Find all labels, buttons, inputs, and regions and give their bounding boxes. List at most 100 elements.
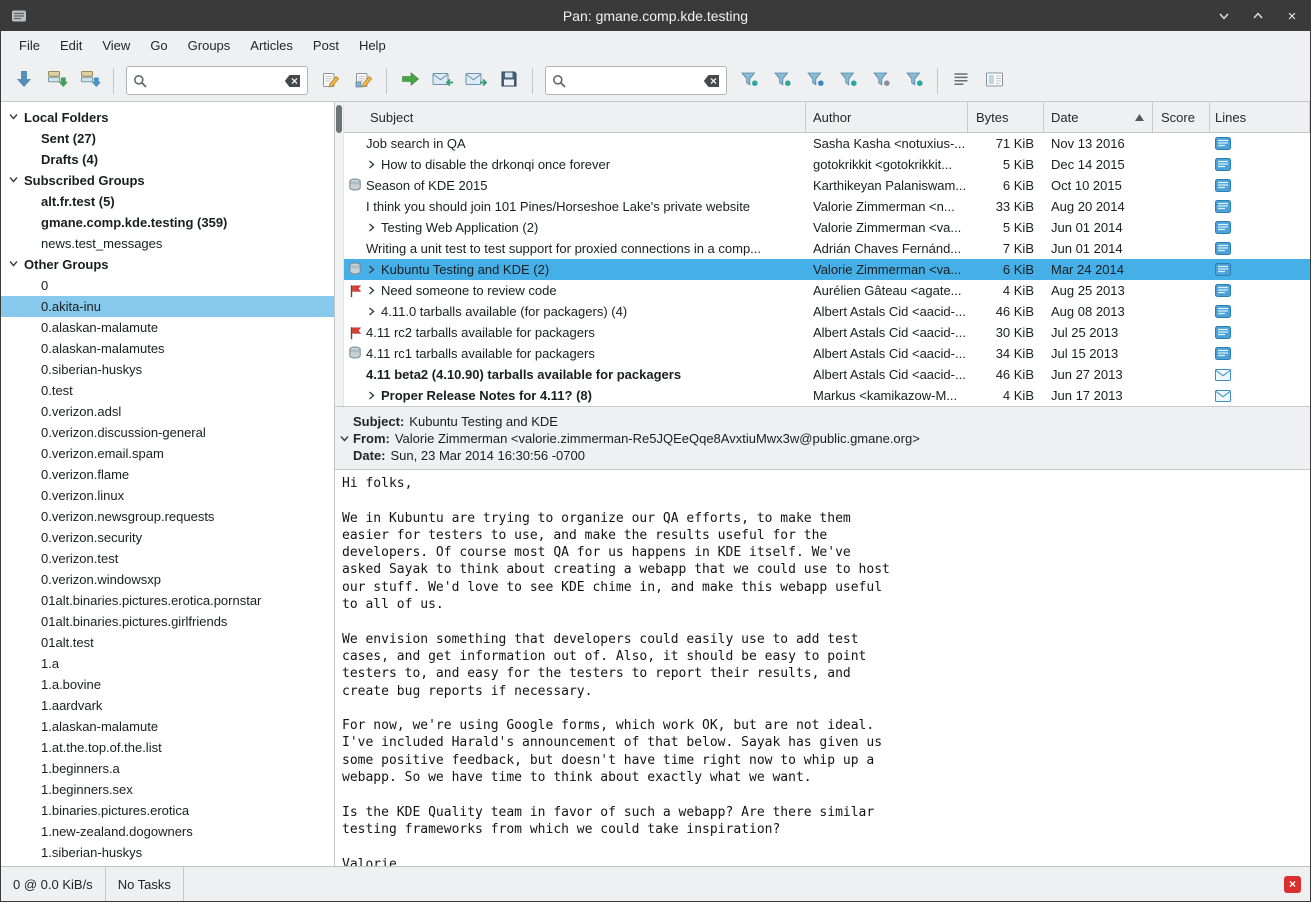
header-row[interactable]: Writing a unit test to test support for … (344, 238, 1310, 259)
group-item[interactable]: 1.new-zealand.dogowners (1, 821, 334, 842)
menu-file[interactable]: File (9, 33, 50, 58)
header-row[interactable]: Season of KDE 2015Karthikeyan Palaniswam… (344, 175, 1310, 196)
group-item[interactable]: 1.binaries.pictures.erotica (1, 800, 334, 821)
save-article-button[interactable] (494, 65, 524, 97)
group-item[interactable]: 01alt.binaries.pictures.girlfriends (1, 611, 334, 632)
task-manager-status[interactable]: No Tasks (106, 867, 184, 901)
group-item[interactable]: 1.siberian-huskys (1, 842, 334, 863)
match-unread-articles-button[interactable] (767, 65, 797, 97)
match-saved-articles-button[interactable] (866, 65, 896, 97)
group-item[interactable]: 0.alaskan-malamute (1, 317, 334, 338)
header-row[interactable]: 4.11 rc1 tarballs available for packager… (344, 343, 1310, 364)
header-row[interactable]: Proper Release Notes for 4.11? (8)Markus… (344, 385, 1310, 406)
get-bodies-server-button[interactable] (75, 65, 105, 97)
get-new-headers-button[interactable] (9, 65, 39, 97)
expand-thread-icon[interactable] (366, 222, 381, 233)
header-row[interactable]: I think you should join 101 Pines/Horses… (344, 196, 1310, 217)
column-header-date[interactable]: Date (1044, 102, 1153, 132)
header-row[interactable]: Kubuntu Testing and KDE (2)Valorie Zimme… (344, 259, 1310, 280)
column-header-author[interactable]: Author (806, 102, 968, 132)
forward-mail-button[interactable] (461, 65, 491, 97)
group-item[interactable]: 1.aardvark (1, 695, 334, 716)
group-item[interactable]: 1.a.bovine (1, 674, 334, 695)
group-item[interactable]: 0.verizon.discussion-general (1, 422, 334, 443)
headers-expander[interactable] (335, 433, 353, 444)
titlebar[interactable]: Pan: gmane.comp.kde.testing × (1, 1, 1310, 31)
column-header-bytes[interactable]: Bytes (968, 102, 1044, 132)
group-item[interactable]: 1.alaskan-malamute (1, 716, 334, 737)
group-item[interactable]: news.test_messages (1, 233, 334, 254)
group-item[interactable]: gmane.comp.kde.testing (359) (1, 212, 334, 233)
group-item[interactable]: 0.akita-inu (1, 296, 334, 317)
expand-thread-icon[interactable] (366, 390, 381, 401)
column-header-lines[interactable]: Lines (1210, 102, 1310, 132)
minimize-button[interactable] (1216, 8, 1232, 24)
scrollbar-thumb[interactable] (336, 105, 342, 133)
header-row[interactable]: 4.11 beta2 (4.10.90) tarballs available … (344, 364, 1310, 385)
group-item[interactable]: 1.beginners.sex (1, 779, 334, 800)
menu-view[interactable]: View (92, 33, 140, 58)
group-item[interactable]: Drafts (4) (1, 149, 334, 170)
group-section-local-folders[interactable]: Local Folders (1, 107, 334, 128)
header-row[interactable]: 4.11 rc2 tarballs available for packager… (344, 322, 1310, 343)
group-item[interactable]: 0.verizon.email.spam (1, 443, 334, 464)
group-item[interactable]: 01alt.binaries.pictures.erotica.pornstar (1, 590, 334, 611)
error-log-button[interactable]: × (1284, 876, 1301, 893)
get-headers-server-button[interactable] (42, 65, 72, 97)
group-section-subscribed-groups[interactable]: Subscribed Groups (1, 170, 334, 191)
group-item[interactable]: 0.verizon.security (1, 527, 334, 548)
group-item[interactable]: 0.verizon.linux (1, 485, 334, 506)
group-item[interactable]: 0 (1, 275, 334, 296)
group-item[interactable]: 0.verizon.flame (1, 464, 334, 485)
group-item[interactable]: 01alt.test (1, 632, 334, 653)
group-item[interactable]: 0.verizon.newsgroup.requests (1, 506, 334, 527)
header-search-input[interactable] (571, 73, 698, 88)
reply-mail-button[interactable] (428, 65, 458, 97)
header-row[interactable]: Need someone to review codeAurélien Gâte… (344, 280, 1310, 301)
compose-post-button[interactable] (315, 65, 345, 97)
match-read-articles-button[interactable] (833, 65, 863, 97)
match-new-articles-button[interactable] (734, 65, 764, 97)
expand-thread-icon[interactable] (366, 285, 381, 296)
group-item[interactable]: alt.fr.test (5) (1, 191, 334, 212)
post-article-button[interactable] (395, 65, 425, 97)
group-item[interactable]: 0.verizon.windowsxp (1, 569, 334, 590)
expand-thread-icon[interactable] (366, 264, 381, 275)
compose-followup-button[interactable] (348, 65, 378, 97)
match-cached-articles-button[interactable] (800, 65, 830, 97)
header-pane-scrollbar[interactable] (335, 102, 344, 406)
thread-headers-button[interactable] (946, 65, 976, 97)
menu-edit[interactable]: Edit (50, 33, 92, 58)
column-header-score[interactable]: Score (1153, 102, 1210, 132)
group-search-input[interactable] (152, 73, 279, 88)
clear-search-button[interactable] (284, 74, 301, 88)
menu-groups[interactable]: Groups (178, 33, 241, 58)
menu-post[interactable]: Post (303, 33, 349, 58)
header-row[interactable]: Job search in QASasha Kasha <notuxius-..… (344, 133, 1310, 154)
group-item[interactable]: 1.beginners.a (1, 758, 334, 779)
group-item[interactable]: 0.alaskan-malamutes (1, 338, 334, 359)
menu-help[interactable]: Help (349, 33, 396, 58)
close-button[interactable]: × (1284, 8, 1300, 24)
group-section-other-groups[interactable]: Other Groups (1, 254, 334, 275)
show-article-pane-button[interactable] (979, 65, 1009, 97)
group-item[interactable]: 0.verizon.test (1, 548, 334, 569)
menu-go[interactable]: Go (140, 33, 177, 58)
header-row[interactable]: 4.11.0 tarballs available (for packagers… (344, 301, 1310, 322)
group-item[interactable]: 1.at.the.top.of.the.list (1, 737, 334, 758)
match-watched-articles-button[interactable] (899, 65, 929, 97)
maximize-button[interactable] (1250, 8, 1266, 24)
header-row[interactable]: Testing Web Application (2)Valorie Zimme… (344, 217, 1310, 238)
group-item[interactable]: 0.test (1, 380, 334, 401)
header-row[interactable]: How to disable the drkonqi once foreverg… (344, 154, 1310, 175)
column-header-subject[interactable]: Subject (344, 102, 806, 132)
message-body[interactable]: Hi folks, We in Kubuntu are trying to or… (335, 470, 1310, 866)
clear-search-button[interactable] (703, 74, 720, 88)
group-item[interactable]: 0.siberian-huskys (1, 359, 334, 380)
expand-thread-icon[interactable] (366, 306, 381, 317)
group-item[interactable]: Sent (27) (1, 128, 334, 149)
menu-articles[interactable]: Articles (240, 33, 303, 58)
expand-thread-icon[interactable] (366, 159, 381, 170)
group-item[interactable]: 0.verizon.adsl (1, 401, 334, 422)
group-item[interactable]: 1.a (1, 653, 334, 674)
